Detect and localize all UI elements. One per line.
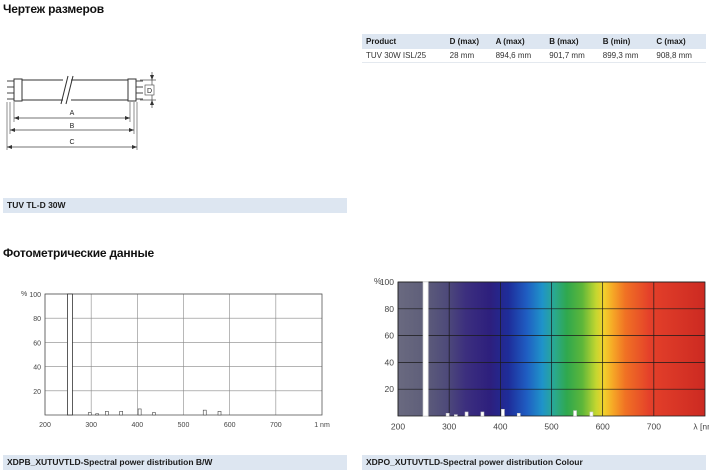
y-tick-label: 60: [33, 340, 41, 347]
spectral-bar: [119, 411, 123, 416]
y-tick-label: 60: [385, 331, 395, 341]
x-tick-label: 600: [224, 422, 236, 429]
spectral-bar: [573, 410, 577, 417]
spectral-bar: [137, 408, 142, 416]
spectral-bar: [152, 412, 156, 416]
dimension-a: A: [13, 102, 131, 122]
label-b: B: [70, 123, 75, 130]
spectral-bar: [464, 411, 469, 417]
y-tick-label: 40: [33, 365, 41, 372]
spectral-line-254: [422, 281, 429, 417]
label-c: C: [69, 139, 74, 146]
lamp-dimension-drawing: D A B C: [6, 72, 156, 150]
x-tick-label: 500: [544, 422, 558, 432]
y-axis-unit-label: %: [374, 276, 382, 286]
cell-b-min: 899,3 mm: [598, 49, 653, 63]
x-tick-label: 300: [85, 422, 97, 429]
y-tick-label: 40: [385, 357, 395, 367]
table-row: TUV 30W ISL/25 28 mm 894,6 mm 901,7 mm 8…: [362, 49, 706, 63]
x-tick-label: 200: [39, 422, 51, 429]
spectral-bar: [87, 412, 92, 416]
spectral-bar: [480, 411, 485, 417]
photometric-title: Фотометрические данные: [3, 246, 154, 260]
x-tick-label: 400: [131, 422, 143, 429]
table-header-row: Product D (max) A (max) B (max) B (min) …: [362, 34, 706, 49]
cell-b-max: 901,7 mm: [545, 49, 599, 63]
x-tick-label: 400: [493, 422, 507, 432]
y-tick-label: 80: [385, 304, 395, 314]
spectral-bar: [454, 414, 458, 417]
col-b-min: B (min): [598, 34, 653, 49]
label-d: D: [147, 88, 152, 95]
cell-product: TUV 30W ISL/25: [362, 49, 446, 63]
y-axis-unit-label: %: [21, 291, 27, 298]
x-tick-label: 500: [178, 422, 190, 429]
label-a: A: [70, 110, 75, 117]
x-axis-unit-label: λ [nm]: [693, 422, 709, 432]
x-axis-unit-label: 1 nm: [314, 422, 330, 429]
chart-colour-caption: XDPO_XUTUVTLD-Spectral power distributio…: [362, 455, 706, 470]
cell-d-max: 28 mm: [445, 49, 492, 63]
col-product: Product: [362, 34, 446, 49]
spectral-bar: [217, 411, 222, 416]
chart-bw-caption: XDPB_XUTUVTLD-Spectral power distributio…: [3, 455, 347, 470]
spectral-bar: [202, 409, 207, 416]
spectral-chart-bw: 100 80 60 40 20 200 300 400 500 600 700 1 nm%: [21, 291, 330, 429]
x-tick-label: 600: [596, 422, 610, 432]
col-d-max: D (max): [445, 34, 492, 49]
col-a-max: A (max): [491, 34, 546, 49]
dimensions-title: Чертеж размеров: [3, 2, 104, 16]
spectral-bar: [105, 411, 109, 416]
cell-c-max: 908,8 mm: [652, 49, 706, 63]
col-b-max: B (max): [545, 34, 599, 49]
spectral-bar: [501, 409, 505, 417]
x-tick-label: 700: [647, 422, 661, 432]
cell-a-max: 894,6 mm: [491, 49, 546, 63]
spectral-bar: [516, 413, 521, 417]
lamp-tube: [7, 75, 143, 105]
x-tick-label: 200: [391, 422, 405, 432]
drawing-caption: TUV TL-D 30W: [3, 198, 347, 213]
y-tick-label: 80: [33, 316, 41, 323]
spectral-chart-colour: 100 80 60 40 20 200 300 400 500 600 700 λ [nm]%: [374, 276, 709, 432]
y-tick-label: 20: [385, 384, 395, 394]
y-tick-label: 20: [33, 389, 41, 396]
spectral-bar: [95, 413, 99, 416]
x-tick-label: 300: [442, 422, 456, 432]
spectral-bar: [589, 411, 594, 417]
spectral-bar: [445, 413, 450, 417]
x-tick-label: 700: [270, 422, 282, 429]
y-tick-label: 100: [29, 292, 41, 299]
col-c-max: C (max): [652, 34, 706, 49]
y-tick-label: 100: [380, 277, 394, 287]
dimension-table: Product D (max) A (max) B (max) B (min) …: [362, 34, 706, 63]
dimension-d: D: [140, 72, 156, 108]
spectral-line-254: [67, 293, 73, 416]
